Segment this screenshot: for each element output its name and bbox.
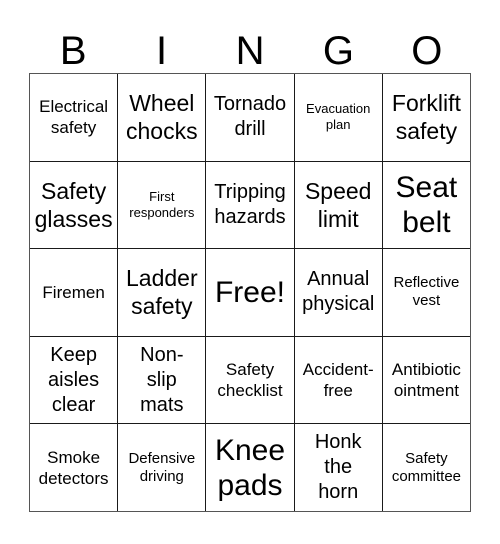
bingo-cell-label: Safety glasses — [34, 177, 113, 232]
bingo-cell[interactable]: Safety committee — [383, 424, 470, 511]
bingo-row: Smoke detectors Defensive driving Knee p… — [30, 424, 470, 511]
bingo-cell[interactable]: Safety glasses — [30, 161, 119, 249]
bingo-cell-label: Accident- free — [302, 360, 374, 401]
bingo-grid: Electrical safety Wheel chocks Tornado d… — [29, 73, 471, 512]
bingo-cell[interactable]: Non- slip mats — [118, 336, 207, 424]
bingo-row: Keep aisles clear Non- slip mats Safety … — [30, 336, 470, 425]
bingo-cell[interactable]: Honk the horn — [295, 424, 383, 511]
bingo-cell[interactable]: Annual physical — [295, 249, 383, 336]
bingo-cell-label: Defensive driving — [128, 449, 196, 485]
bingo-cell-label: Tornado drill — [213, 93, 287, 141]
header-letter-g: G — [322, 29, 354, 73]
bingo-cell[interactable]: Knee pads — [206, 424, 295, 511]
bingo-row: Safety glasses First responders Tripping… — [30, 161, 470, 250]
bingo-cell[interactable]: Reflective vest — [383, 249, 470, 336]
bingo-cell-label: Firemen — [42, 282, 105, 302]
bingo-cell[interactable]: Keep aisles clear — [30, 336, 119, 424]
bingo-cell-label: Seat belt — [395, 170, 458, 239]
bingo-cell-label: Annual physical — [302, 268, 375, 316]
bingo-cell[interactable]: Defensive driving — [118, 424, 207, 511]
header-letter-o: O — [411, 29, 443, 73]
bingo-cell-label: Reflective vest — [393, 274, 460, 310]
bingo-cell[interactable]: First responders — [118, 161, 207, 249]
bingo-row: Firemen Ladder safety Free! Annual physi… — [30, 249, 470, 337]
bingo-cell-label: Knee pads — [214, 433, 286, 502]
header-letter-i: I — [156, 29, 168, 73]
bingo-cell[interactable]: Antibiotic ointment — [383, 337, 470, 424]
bingo-cell-label: Ladder safety — [125, 265, 198, 320]
bingo-cell[interactable]: Speed limit — [295, 161, 383, 249]
bingo-cell-label: Speed limit — [304, 177, 372, 232]
bingo-cell[interactable]: Seat belt — [383, 162, 470, 249]
header-letter-n: N — [235, 29, 265, 73]
bingo-cell-label: Safety checklist — [217, 360, 283, 401]
bingo-cell[interactable]: Smoke detectors — [30, 424, 119, 511]
bingo-cell-label: Smoke detectors — [38, 447, 109, 488]
bingo-cell-label: Honk the horn — [314, 431, 362, 504]
bingo-cell-label: Tripping hazards — [214, 180, 286, 228]
bingo-cell-label: Keep aisles clear — [48, 343, 100, 416]
bingo-cell[interactable]: Evacuation plan — [295, 74, 383, 161]
bingo-cell[interactable]: Electrical safety — [30, 74, 119, 161]
bingo-cell[interactable]: Firemen — [30, 249, 119, 336]
bingo-cell-label: Free! — [214, 275, 286, 309]
bingo-cell-label: Evacuation plan — [306, 101, 371, 133]
bingo-cell-label: Non- slip mats — [140, 343, 184, 416]
bingo-cell[interactable]: Ladder safety — [118, 249, 207, 336]
bingo-cell[interactable]: Tripping hazards — [206, 161, 295, 249]
bingo-cell-label: Forklift safety — [391, 90, 461, 145]
bingo-cell[interactable]: Accident- free — [295, 336, 383, 424]
bingo-cell-label: Electrical safety — [39, 97, 109, 138]
bingo-cell-label: First responders — [129, 188, 195, 220]
header-letter-b: B — [59, 29, 87, 73]
bingo-cell[interactable]: Forklift safety — [383, 74, 470, 161]
bingo-cell[interactable]: Wheel chocks — [118, 74, 207, 161]
bingo-cell-label: Safety committee — [391, 449, 461, 485]
bingo-free-cell[interactable]: Free! — [206, 249, 295, 336]
bingo-header: B I N G O — [29, 18, 471, 73]
bingo-cell[interactable]: Tornado drill — [206, 74, 295, 161]
bingo-cell[interactable]: Safety checklist — [206, 336, 295, 424]
bingo-cell-label: Antibiotic ointment — [391, 360, 461, 401]
bingo-card: B I N G O Electrical safety Wheel chocks… — [0, 0, 500, 544]
bingo-cell-label: Wheel chocks — [126, 90, 198, 145]
bingo-row: Electrical safety Wheel chocks Tornado d… — [30, 74, 470, 162]
